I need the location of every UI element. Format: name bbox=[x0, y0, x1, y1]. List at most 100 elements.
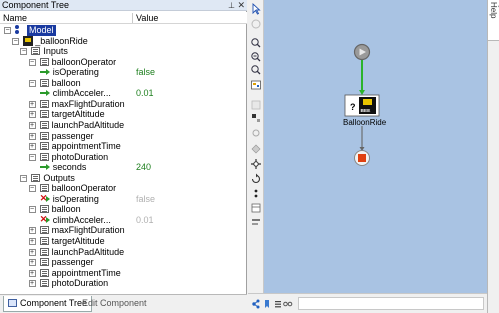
collapse-icon[interactable]: − bbox=[28, 79, 36, 87]
panel-tabs: Component Tree Edit Component bbox=[0, 294, 247, 313]
tree-row[interactable]: + passenger bbox=[0, 131, 247, 142]
tree-row[interactable]: − Model bbox=[0, 25, 247, 36]
zoom-fit-icon[interactable] bbox=[251, 38, 261, 48]
tree-row[interactable]: − balloon bbox=[0, 78, 247, 89]
tree-row[interactable]: seconds 240 bbox=[0, 162, 247, 173]
column-value-header[interactable]: Value bbox=[136, 13, 158, 23]
quick-help-label: Quick Help bbox=[489, 2, 499, 22]
tree-row[interactable]: − photoDuration bbox=[0, 152, 247, 163]
variable-input-icon bbox=[39, 68, 50, 76]
tree-row[interactable]: − Inputs bbox=[0, 46, 247, 57]
pin-icon[interactable]: ⊥ bbox=[228, 0, 235, 11]
collapse-icon[interactable]: − bbox=[20, 48, 28, 56]
tree-row[interactable]: climbAcceler... 0.01 bbox=[0, 214, 247, 226]
tree-item-label: appointmentTime bbox=[51, 267, 121, 278]
blank-icon[interactable] bbox=[251, 100, 261, 110]
grid-icon[interactable] bbox=[251, 80, 261, 90]
expand-icon[interactable]: + bbox=[28, 100, 36, 108]
tree-item-label: targetAltitude bbox=[51, 109, 105, 120]
tree-row[interactable]: + launchPadAltitude bbox=[0, 120, 247, 131]
tree-row[interactable]: + maxFlightDuration bbox=[0, 225, 247, 236]
tree-row[interactable]: + targetAltitude bbox=[0, 236, 247, 247]
breadcrumb-field[interactable] bbox=[298, 297, 484, 310]
close-icon[interactable]: ✕ bbox=[237, 0, 245, 11]
connect-icon[interactable] bbox=[251, 19, 261, 29]
tree-row[interactable]: + maxFlightDuration bbox=[0, 99, 247, 110]
tree-item-label: climbAcceler... bbox=[52, 214, 111, 225]
expand-icon[interactable]: + bbox=[28, 248, 36, 256]
move-icon[interactable] bbox=[251, 159, 261, 169]
collapse-icon[interactable]: − bbox=[28, 58, 36, 66]
expand-icon[interactable]: + bbox=[28, 143, 36, 151]
tree-row[interactable]: − Outputs bbox=[0, 173, 247, 184]
folder-icon bbox=[31, 173, 41, 182]
tree-row[interactable]: − balloonOperator bbox=[0, 57, 247, 68]
model-canvas[interactable]: ? BEE bbox=[264, 0, 487, 293]
tree-row[interactable]: + targetAltitude bbox=[0, 109, 247, 120]
bottom-icons bbox=[252, 299, 293, 309]
glasses-icon[interactable] bbox=[283, 301, 293, 307]
tree-item-label: targetAltitude bbox=[51, 236, 105, 246]
collapse-icon[interactable]: − bbox=[28, 185, 36, 193]
tree-row[interactable]: isOperating false bbox=[0, 193, 247, 205]
tree-item-label: isOperating bbox=[52, 193, 99, 204]
list-icon[interactable] bbox=[275, 301, 281, 308]
network-icon[interactable] bbox=[252, 299, 260, 309]
collapse-icon[interactable]: − bbox=[20, 174, 28, 182]
tree-row[interactable]: + photoDuration bbox=[0, 278, 247, 289]
tree-item-value[interactable]: 0.01 bbox=[136, 215, 154, 226]
quick-help-tab[interactable]: Quick Help bbox=[488, 0, 499, 41]
tree-row[interactable]: climbAcceler... 0.01 bbox=[0, 88, 247, 99]
tab-edit-component[interactable]: Edit Component bbox=[78, 296, 151, 311]
zoom-in-icon[interactable] bbox=[251, 52, 261, 62]
tree-row[interactable]: isOperating false bbox=[0, 67, 247, 78]
rotate-icon[interactable] bbox=[251, 173, 261, 184]
tree-item-label: _balloonRide bbox=[35, 35, 88, 46]
tree-item-value[interactable]: 240 bbox=[136, 162, 151, 173]
tree-row[interactable]: − balloon bbox=[0, 204, 247, 215]
pointer-icon[interactable] bbox=[252, 2, 261, 15]
link-icon[interactable] bbox=[252, 129, 260, 137]
tree-row[interactable]: − balloonOperator bbox=[0, 183, 247, 194]
expand-icon[interactable]: + bbox=[28, 269, 36, 277]
node-icon[interactable] bbox=[252, 114, 260, 122]
folder-icon bbox=[39, 99, 49, 108]
component-node[interactable]: ? BEE bbox=[344, 94, 380, 117]
align-icon[interactable] bbox=[252, 219, 260, 225]
tree-item-label: Inputs bbox=[43, 46, 68, 57]
folder-icon bbox=[39, 142, 49, 151]
expand-icon[interactable]: + bbox=[28, 280, 36, 288]
collapse-icon[interactable]: − bbox=[4, 27, 11, 34]
tree-item-value[interactable]: false bbox=[136, 194, 155, 205]
collapse-icon[interactable]: − bbox=[28, 206, 36, 214]
start-node[interactable] bbox=[353, 43, 371, 61]
tree-item-value[interactable]: false bbox=[136, 67, 155, 78]
end-node[interactable] bbox=[354, 150, 370, 166]
zoom-out-icon[interactable] bbox=[251, 65, 261, 75]
tree-row[interactable]: + appointmentTime bbox=[0, 268, 247, 279]
table-icon[interactable] bbox=[251, 203, 261, 213]
expand-icon[interactable]: + bbox=[28, 259, 36, 267]
column-divider[interactable] bbox=[132, 13, 133, 23]
column-name-header[interactable]: Name bbox=[3, 13, 27, 23]
tree-item-value[interactable]: 0.01 bbox=[136, 88, 154, 99]
diamond-icon[interactable] bbox=[251, 144, 261, 154]
expand-icon[interactable]: + bbox=[28, 227, 36, 235]
flow-arrow-in[interactable] bbox=[359, 60, 365, 95]
collapse-icon[interactable]: − bbox=[28, 153, 36, 161]
expand-icon[interactable]: + bbox=[28, 132, 36, 140]
bookmark-icon[interactable] bbox=[265, 300, 269, 308]
flow-arrow-out[interactable] bbox=[359, 126, 365, 151]
collapse-icon[interactable]: − bbox=[12, 37, 20, 45]
expand-icon[interactable]: + bbox=[28, 238, 36, 245]
tree-row[interactable]: + launchPadAltitude bbox=[0, 247, 247, 258]
folder-icon bbox=[39, 131, 49, 140]
tree-row[interactable]: + appointmentTime bbox=[0, 141, 247, 152]
expand-icon[interactable]: + bbox=[28, 121, 36, 129]
expand-icon[interactable]: + bbox=[28, 111, 36, 119]
tree-item-label: maxFlightDuration bbox=[51, 98, 125, 109]
dots-icon[interactable] bbox=[254, 189, 258, 198]
tree-row[interactable]: + passenger bbox=[0, 257, 247, 268]
folder-icon bbox=[39, 226, 49, 235]
tree-row[interactable]: − _balloonRide bbox=[0, 35, 247, 47]
